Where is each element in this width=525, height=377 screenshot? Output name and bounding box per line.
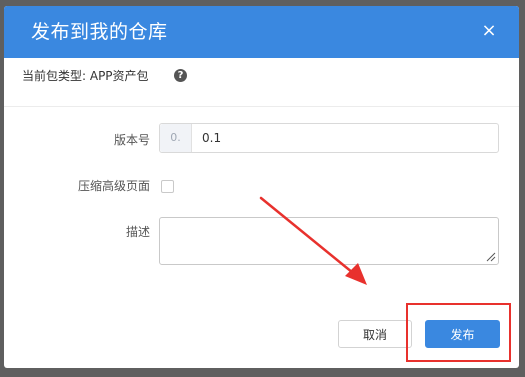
version-label: 版本号 [113,133,150,147]
version-input[interactable] [193,124,502,152]
annotation-highlight-box [406,303,511,362]
description-label: 描述 [125,225,150,239]
package-type-text: 当前包类型: APP资产包 [22,69,149,83]
version-prefix: 0. [160,124,192,152]
annotation-arrow [259,196,367,285]
dialog-header: 发布到我的仓库 × [4,6,519,58]
cancel-button[interactable]: 取消 [338,320,412,348]
compress-label: 压缩高级页面 [77,179,150,193]
dialog-title: 发布到我的仓库 [31,21,168,43]
close-icon[interactable]: × [479,21,499,41]
resize-grip-icon[interactable] [486,252,496,262]
compress-checkbox[interactable] [161,180,174,193]
publish-dialog: 发布到我的仓库 × 当前包类型: APP资产包 ? 版本号 0. 压缩高级页面 … [4,6,519,368]
help-icon[interactable]: ? [174,69,187,82]
version-field-group: 0. [159,123,502,153]
divider [4,106,519,107]
